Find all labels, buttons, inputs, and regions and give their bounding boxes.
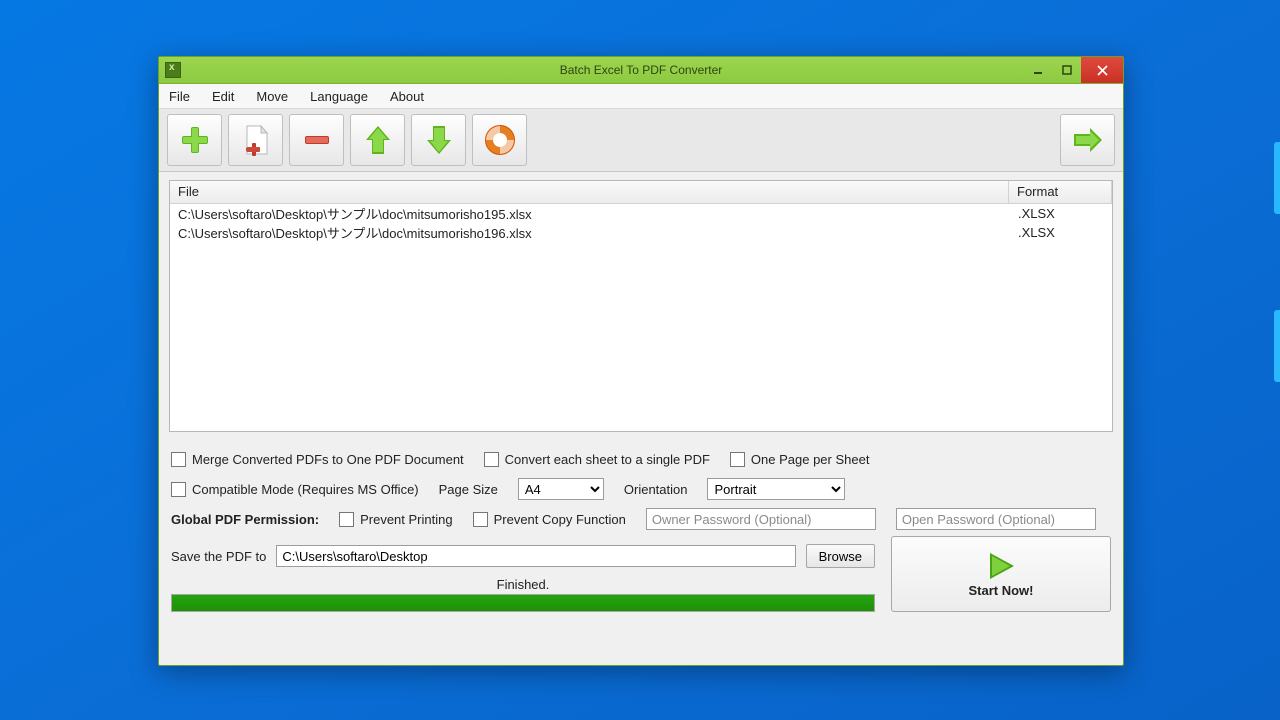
file-path-cell: C:\Users\softaro\Desktop\サンプル\doc\mitsum… xyxy=(170,204,1010,223)
page-size-label: Page Size xyxy=(439,482,498,497)
start-button-label: Start Now! xyxy=(969,583,1034,598)
move-up-icon xyxy=(360,122,396,158)
status-label: Finished. xyxy=(171,577,875,592)
bottom-panel: Save the PDF to Browse Finished. Start N… xyxy=(159,534,1123,624)
column-header-file[interactable]: File xyxy=(170,181,1009,203)
prevent-print-checkbox[interactable]: Prevent Printing xyxy=(339,512,453,527)
file-row[interactable]: C:\Users\softaro\Desktop\サンプル\doc\mitsum… xyxy=(170,204,1112,223)
help-icon xyxy=(482,122,518,158)
add-icon xyxy=(177,122,213,158)
open-password-input[interactable] xyxy=(896,508,1096,530)
orientation-select[interactable]: Portrait xyxy=(707,478,845,500)
remove-icon xyxy=(299,122,335,158)
owner-password-input[interactable] xyxy=(646,508,876,530)
orientation-label: Orientation xyxy=(624,482,688,497)
file-list[interactable]: File Format C:\Users\softaro\Desktop\サンプ… xyxy=(169,180,1113,432)
options-panel: Merge Converted PDFs to One PDF Document… xyxy=(159,442,1123,534)
maximize-button[interactable] xyxy=(1052,57,1081,83)
file-format-cell: .XLSX xyxy=(1010,225,1112,240)
add-button[interactable] xyxy=(167,114,222,166)
menu-file[interactable]: File xyxy=(169,89,190,104)
file-list-header: File Format xyxy=(170,181,1112,204)
help-button[interactable] xyxy=(472,114,527,166)
toolbar xyxy=(159,109,1123,172)
file-list-body[interactable]: C:\Users\softaro\Desktop\サンプル\doc\mitsum… xyxy=(170,204,1112,431)
permission-label: Global PDF Permission: xyxy=(171,512,319,527)
app-icon xyxy=(165,62,181,78)
start-button[interactable]: Start Now! xyxy=(891,536,1111,612)
file-format-cell: .XLSX xyxy=(1010,206,1112,221)
minimize-button[interactable] xyxy=(1023,57,1052,83)
move-up-button[interactable] xyxy=(350,114,405,166)
convert-button[interactable] xyxy=(1060,114,1115,166)
remove-button[interactable] xyxy=(289,114,344,166)
menu-move[interactable]: Move xyxy=(256,89,288,104)
maximize-icon xyxy=(1062,65,1072,75)
progress-fill xyxy=(172,595,874,611)
add-file-icon xyxy=(238,122,274,158)
play-icon xyxy=(984,551,1018,581)
file-path-cell: C:\Users\softaro\Desktop\サンプル\doc\mitsum… xyxy=(170,223,1010,242)
save-label: Save the PDF to xyxy=(171,549,266,564)
close-button[interactable] xyxy=(1081,57,1123,83)
add-file-button[interactable] xyxy=(228,114,283,166)
desktop-edge-tab xyxy=(1274,310,1280,382)
merge-checkbox[interactable]: Merge Converted PDFs to One PDF Document xyxy=(171,452,464,467)
compat-checkbox[interactable]: Compatible Mode (Requires MS Office) xyxy=(171,482,419,497)
page-size-select[interactable]: A4 xyxy=(518,478,604,500)
column-header-format[interactable]: Format xyxy=(1009,181,1112,203)
app-window: Batch Excel To PDF Converter File Edit M… xyxy=(158,56,1124,666)
minimize-icon xyxy=(1033,65,1043,75)
title-bar[interactable]: Batch Excel To PDF Converter xyxy=(159,57,1123,84)
convert-icon xyxy=(1070,122,1106,158)
menu-language[interactable]: Language xyxy=(310,89,368,104)
progress-bar xyxy=(171,594,875,612)
prevent-copy-checkbox[interactable]: Prevent Copy Function xyxy=(473,512,626,527)
menu-edit[interactable]: Edit xyxy=(212,89,234,104)
file-row[interactable]: C:\Users\softaro\Desktop\サンプル\doc\mitsum… xyxy=(170,223,1112,242)
desktop-edge-tab xyxy=(1274,142,1280,214)
menu-about[interactable]: About xyxy=(390,89,424,104)
move-down-icon xyxy=(421,122,457,158)
close-icon xyxy=(1097,65,1108,76)
menu-bar: File Edit Move Language About xyxy=(159,84,1123,109)
save-path-input[interactable] xyxy=(276,545,795,567)
one-page-checkbox[interactable]: One Page per Sheet xyxy=(730,452,870,467)
each-sheet-checkbox[interactable]: Convert each sheet to a single PDF xyxy=(484,452,710,467)
browse-button[interactable]: Browse xyxy=(806,544,875,568)
move-down-button[interactable] xyxy=(411,114,466,166)
window-title: Batch Excel To PDF Converter xyxy=(159,63,1123,77)
